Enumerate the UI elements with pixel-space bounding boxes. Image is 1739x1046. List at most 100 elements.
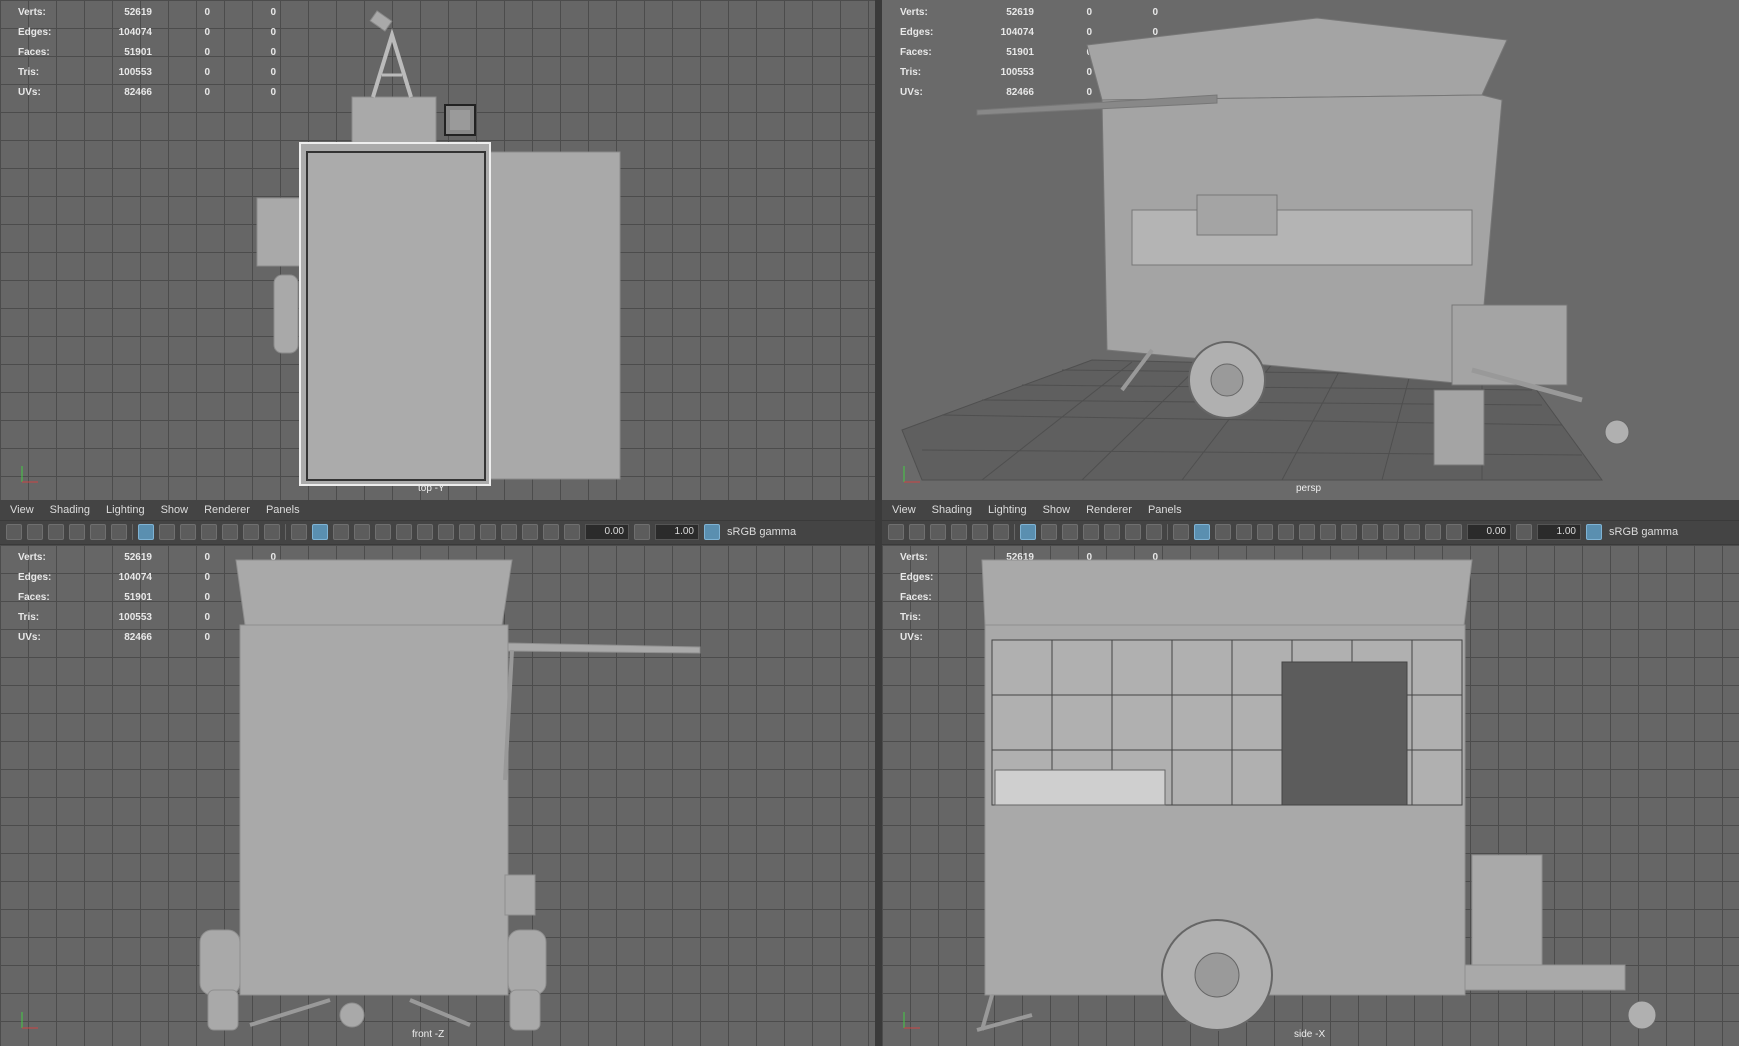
- menu-renderer[interactable]: Renderer: [1086, 504, 1132, 516]
- view-transform-label[interactable]: sRGB gamma: [1609, 526, 1678, 538]
- gamma-icon[interactable]: [1516, 524, 1532, 540]
- xray-icon[interactable]: [522, 524, 538, 540]
- camera-label: top -Y: [418, 483, 445, 494]
- menu-shading[interactable]: Shading: [50, 504, 90, 516]
- menu-show[interactable]: Show: [161, 504, 189, 516]
- xray-joints-icon[interactable]: [1425, 524, 1441, 540]
- image-plane-icon[interactable]: [951, 524, 967, 540]
- resolution-gate-icon[interactable]: [180, 524, 196, 540]
- bookmark-icon[interactable]: [930, 524, 946, 540]
- gamma-icon[interactable]: [634, 524, 650, 540]
- view-transform-label[interactable]: sRGB gamma: [727, 526, 796, 538]
- smooth-shade-icon[interactable]: [1194, 524, 1210, 540]
- wireframe-on-shaded-icon[interactable]: [354, 524, 370, 540]
- viewport-top[interactable]: Verts: 52619 0 0 Edges: 104074 0 0 Faces: 51901…: [0, 0, 875, 500]
- camera-label: side -X: [1294, 1029, 1326, 1040]
- safe-title-icon[interactable]: [1146, 524, 1162, 540]
- menu-view[interactable]: View: [892, 504, 916, 516]
- wireframe-icon[interactable]: [291, 524, 307, 540]
- toolbar-divider: [285, 524, 286, 540]
- grease-pencil-icon[interactable]: [993, 524, 1009, 540]
- field-chart-icon[interactable]: [1104, 524, 1120, 540]
- viewport-side[interactable]: Verts:5261900 Edges:10407400 Faces:51901…: [882, 545, 1739, 1046]
- exposure-field[interactable]: 0.00: [585, 524, 629, 540]
- menu-lighting[interactable]: Lighting: [988, 504, 1027, 516]
- isolate-select-icon[interactable]: [1383, 524, 1399, 540]
- menu-shading[interactable]: Shading: [932, 504, 972, 516]
- color-management-icon[interactable]: [1586, 524, 1602, 540]
- front-view-model: [199, 559, 701, 1031]
- safe-action-icon[interactable]: [243, 524, 259, 540]
- menu-show[interactable]: Show: [1043, 504, 1071, 516]
- viewport-divider[interactable]: [875, 0, 882, 1046]
- film-gate-icon[interactable]: [159, 524, 175, 540]
- ambient-occlusion-icon[interactable]: [438, 524, 454, 540]
- film-gate-icon[interactable]: [1041, 524, 1057, 540]
- camera-icon[interactable]: [888, 524, 904, 540]
- menu-lighting[interactable]: Lighting: [106, 504, 145, 516]
- camera-icon[interactable]: [6, 524, 22, 540]
- camera-label: front -Z: [412, 1029, 445, 1040]
- panel-toolbar: 0.00 1.00 sRGB gamma: [0, 520, 875, 543]
- color-management-icon[interactable]: [704, 524, 720, 540]
- lights-icon[interactable]: [396, 524, 412, 540]
- panel-bar-front: View Shading Lighting Show Renderer Pane…: [0, 500, 875, 544]
- persp-view-model: [901, 17, 1630, 481]
- isolate-select-icon[interactable]: [501, 524, 517, 540]
- exposure-field[interactable]: 0.00: [1467, 524, 1511, 540]
- lights-icon[interactable]: [1278, 524, 1294, 540]
- toolbar-divider: [1167, 524, 1168, 540]
- viewport-persp[interactable]: Verts: 52619 0 0 Edges: 104074 0 0 Faces: 51901…: [882, 0, 1739, 500]
- maya-four-view-layout: Verts: 52619 0 0 Edges: 104074 0 0 Faces: 51901…: [0, 0, 1739, 1046]
- wireframe-icon[interactable]: [1173, 524, 1189, 540]
- exposure-icon[interactable]: [1446, 524, 1462, 540]
- shadows-icon[interactable]: [1299, 524, 1315, 540]
- grease-pencil-icon[interactable]: [111, 524, 127, 540]
- toolbar-divider: [1014, 524, 1015, 540]
- 2d-pan-zoom-icon[interactable]: [90, 524, 106, 540]
- bookmark-icon[interactable]: [48, 524, 64, 540]
- exposure-icon[interactable]: [564, 524, 580, 540]
- shadows-icon[interactable]: [417, 524, 433, 540]
- viewport-front[interactable]: Verts:5261900 Edges:10407400 Faces:51901…: [0, 545, 875, 1046]
- textured-icon[interactable]: [1257, 524, 1273, 540]
- ambient-occlusion-icon[interactable]: [1320, 524, 1336, 540]
- smooth-shade-icon[interactable]: [312, 524, 328, 540]
- side-view-model: [976, 559, 1657, 1032]
- textured-icon[interactable]: [375, 524, 391, 540]
- default-material-icon[interactable]: [1215, 524, 1231, 540]
- xray-icon[interactable]: [1404, 524, 1420, 540]
- panel-toolbar: 0.00 1.00 sRGB gamma: [882, 520, 1739, 543]
- toolbar-divider: [132, 524, 133, 540]
- xray-joints-icon[interactable]: [543, 524, 559, 540]
- menu-panels[interactable]: Panels: [266, 504, 300, 516]
- resolution-gate-icon[interactable]: [1062, 524, 1078, 540]
- anti-aliasing-icon[interactable]: [1362, 524, 1378, 540]
- gamma-field[interactable]: 1.00: [655, 524, 699, 540]
- menu-panels[interactable]: Panels: [1148, 504, 1182, 516]
- motion-blur-icon[interactable]: [459, 524, 475, 540]
- gamma-field[interactable]: 1.00: [1537, 524, 1581, 540]
- menu-renderer[interactable]: Renderer: [204, 504, 250, 516]
- image-plane-icon[interactable]: [69, 524, 85, 540]
- wireframe-on-shaded-icon[interactable]: [1236, 524, 1252, 540]
- safe-title-icon[interactable]: [264, 524, 280, 540]
- motion-blur-icon[interactable]: [1341, 524, 1357, 540]
- gate-mask-icon[interactable]: [1083, 524, 1099, 540]
- axis-gizmo-icon: [903, 1012, 920, 1029]
- gate-mask-icon[interactable]: [201, 524, 217, 540]
- panel-bar-side: View Shading Lighting Show Renderer Pane…: [882, 500, 1739, 544]
- axis-gizmo-icon: [21, 1012, 38, 1029]
- camera-attributes-icon[interactable]: [27, 524, 43, 540]
- safe-action-icon[interactable]: [1125, 524, 1141, 540]
- anti-aliasing-icon[interactable]: [480, 524, 496, 540]
- grid-toggle-icon[interactable]: [1020, 524, 1036, 540]
- camera-attributes-icon[interactable]: [909, 524, 925, 540]
- axis-gizmo-icon: [21, 466, 38, 483]
- panel-menubar: View Shading Lighting Show Renderer Pane…: [0, 500, 875, 520]
- menu-view[interactable]: View: [10, 504, 34, 516]
- field-chart-icon[interactable]: [222, 524, 238, 540]
- 2d-pan-zoom-icon[interactable]: [972, 524, 988, 540]
- grid-toggle-icon[interactable]: [138, 524, 154, 540]
- default-material-icon[interactable]: [333, 524, 349, 540]
